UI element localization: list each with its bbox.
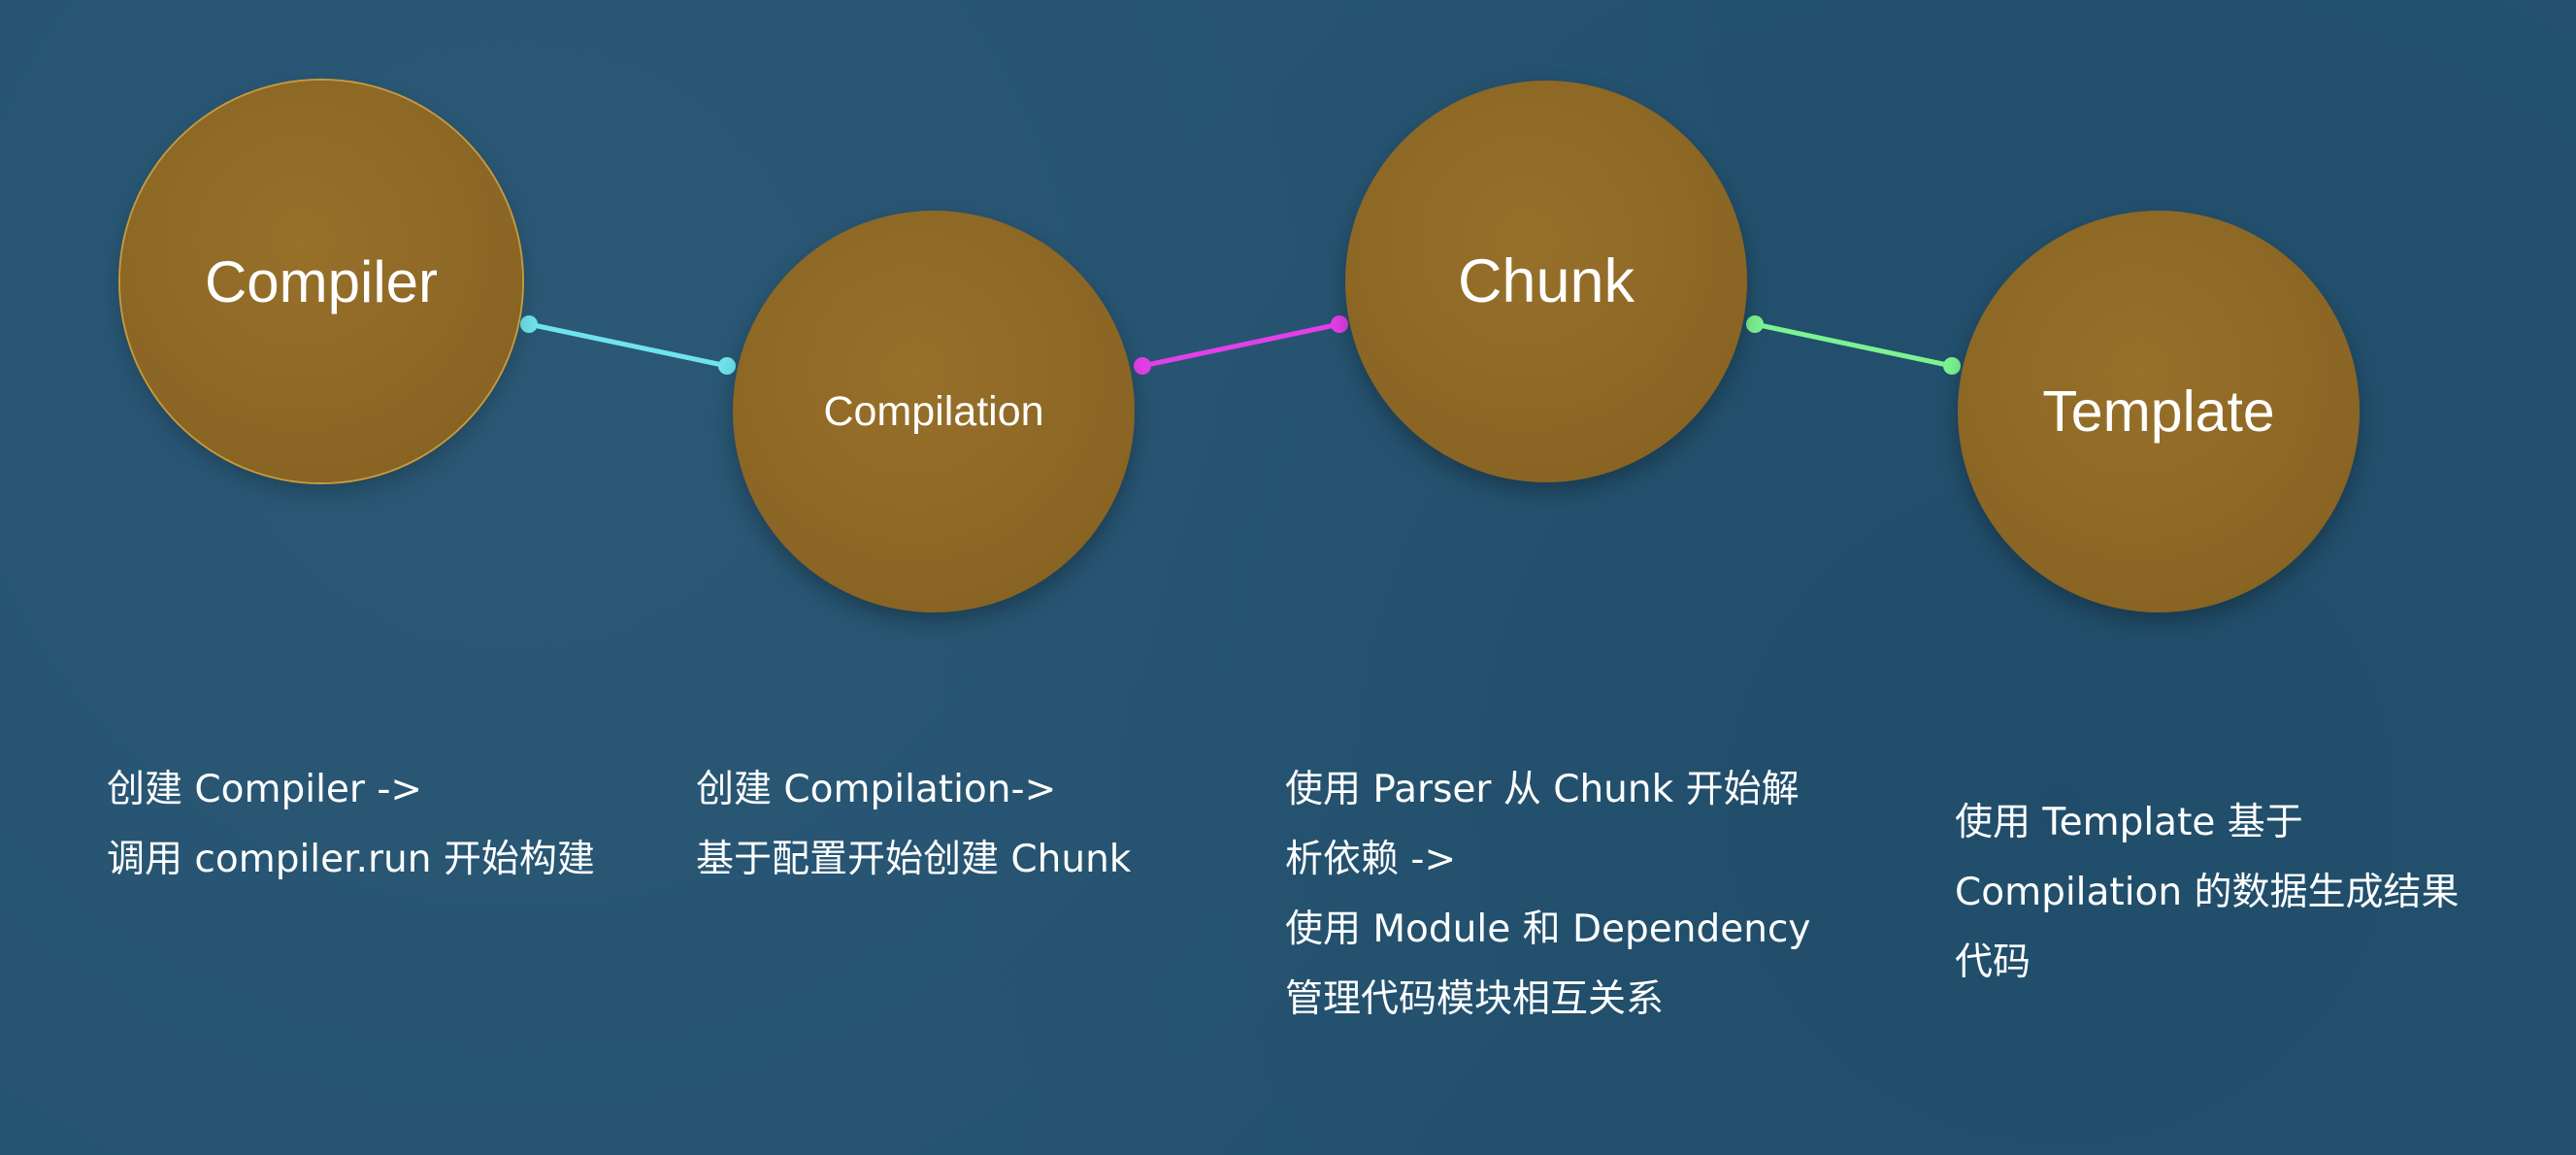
connector-line — [1752, 321, 1955, 369]
description-chunk: 使用 Parser 从 Chunk 开始解 析依赖 -> 使用 Module 和… — [1285, 755, 1811, 1035]
description-compilation: 创建 Compilation-> 基于配置开始创建 Chunk — [696, 755, 1131, 895]
description-line: 基于配置开始创建 Chunk — [696, 838, 1132, 881]
description-template: 使用 Template 基于 Compilation 的数据生成结果 代码 — [1955, 788, 2460, 998]
description-line: 析依赖 -> — [1285, 838, 1457, 881]
description-line: 代码 — [1955, 940, 2031, 984]
connector-end-dot — [1331, 315, 1348, 333]
description-line: 管理代码模块相互关系 — [1285, 977, 1665, 1021]
connector-start-dot — [1746, 315, 1764, 333]
connector-end-dot — [718, 357, 736, 375]
connector-compilation-chunk — [1134, 315, 1348, 375]
description-line: Compilation 的数据生成结果 — [1955, 871, 2460, 914]
description-line: 创建 Compiler -> — [107, 768, 423, 811]
node-compiler: Compiler — [120, 81, 522, 482]
node-template: Template — [1958, 211, 2360, 612]
flow-diagram: Compiler Compilation Chunk Template 创建 C… — [0, 0, 2576, 1155]
node-label: Chunk — [1457, 248, 1635, 315]
connector-start-dot — [520, 315, 538, 333]
node-label: Template — [2042, 380, 2275, 444]
description-compiler: 创建 Compiler -> 调用 compiler.run 开始构建 — [107, 755, 595, 895]
node-label: Compiler — [204, 248, 439, 314]
connector-chunk-template — [1746, 315, 1961, 375]
node-chunk: Chunk — [1345, 81, 1747, 482]
description-line: 使用 Module 和 Dependency — [1285, 908, 1811, 951]
description-line: 调用 compiler.run 开始构建 — [107, 838, 595, 881]
connector-compiler-compilation — [520, 315, 736, 375]
connector-start-dot — [1134, 357, 1151, 375]
connector-line — [1139, 321, 1342, 369]
description-line: 使用 Parser 从 Chunk 开始解 — [1285, 768, 1800, 811]
connector-line — [526, 321, 730, 369]
description-line: 使用 Template 基于 — [1955, 801, 2303, 844]
node-compilation: Compilation — [733, 211, 1135, 612]
connector-end-dot — [1943, 357, 1961, 375]
node-label: Compilation — [823, 387, 1044, 435]
description-line: 创建 Compilation-> — [696, 768, 1057, 811]
